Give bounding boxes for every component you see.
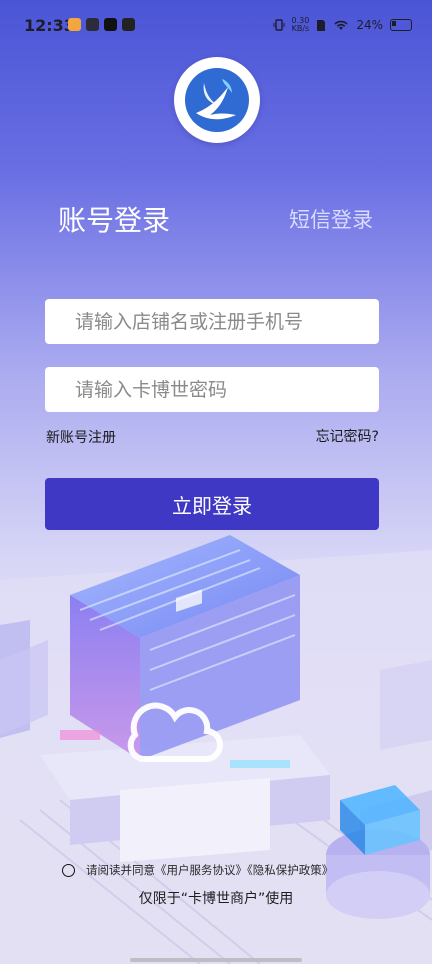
notification-icons	[68, 18, 135, 31]
link-app-icon	[86, 18, 99, 31]
tiktok-icon	[104, 18, 117, 31]
usage-restriction-text: 仅限于“卡博世商户”使用	[138, 891, 294, 907]
app-logo	[174, 57, 260, 143]
sim-icon	[317, 19, 326, 31]
tab-sms-login[interactable]: 短信登录	[289, 204, 373, 234]
net-speed-unit: KB/s	[291, 24, 310, 33]
tab-account-login[interactable]: 账号登录	[58, 199, 170, 239]
status-bar: 12:33 0.30 KB/s 24%	[0, 0, 432, 50]
store-or-phone-input[interactable]	[45, 299, 379, 344]
agreement-text[interactable]: 请阅读并同意《用户服务协议》《隐私保护政策》	[86, 862, 333, 878]
battery-percent: 24%	[356, 18, 383, 32]
battery-icon	[390, 19, 412, 31]
agreement-row: 请阅读并同意《用户服务协议》《隐私保护政策》	[62, 862, 333, 878]
weibo-icon	[68, 18, 81, 31]
vibrate-icon	[273, 19, 285, 31]
status-right-group: 0.30 KB/s 24%	[273, 17, 412, 33]
register-link[interactable]: 新账号注册	[46, 427, 116, 447]
mail-icon	[122, 18, 135, 31]
agreement-radio[interactable]	[62, 863, 75, 877]
password-input[interactable]	[45, 367, 379, 412]
forgot-password-link[interactable]: 忘记密码?	[316, 426, 379, 446]
home-indicator[interactable]	[130, 958, 302, 962]
wifi-icon	[334, 20, 348, 30]
net-speed: 0.30 KB/s	[292, 17, 310, 33]
